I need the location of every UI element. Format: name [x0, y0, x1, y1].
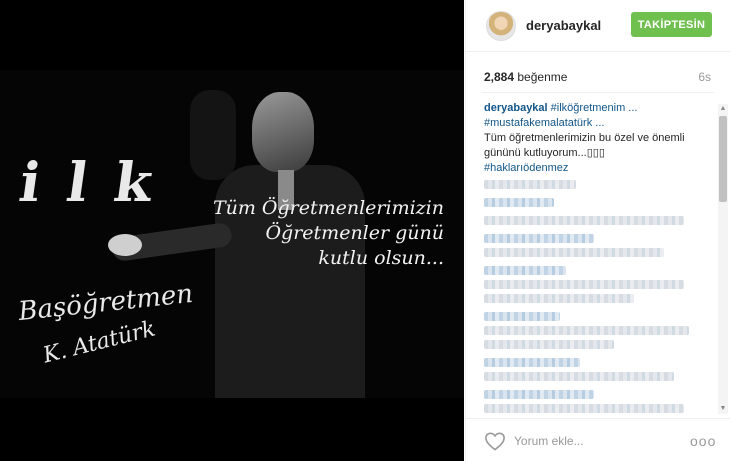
signature-title: Başöğretmen [16, 278, 195, 328]
blurred-comment [484, 234, 594, 243]
post-photo[interactable]: i l k Başöğretmen K. Atatürk Tüm Öğretme… [0, 0, 464, 461]
quote-line: Tüm Öğretmenlerimizin [212, 197, 444, 219]
figure-head [252, 92, 314, 172]
photo-image: i l k Başöğretmen K. Atatürk Tüm Öğretme… [0, 70, 464, 398]
blurred-comment [484, 216, 684, 225]
blurred-comment [484, 372, 674, 381]
blurred-comment [484, 326, 689, 335]
figure-hand [108, 234, 142, 256]
blurred-comment [484, 294, 634, 303]
comment-input[interactable] [514, 431, 674, 451]
more-options-icon[interactable]: ooo [690, 431, 716, 451]
likes-count[interactable]: 2,884 beğenme [484, 70, 567, 84]
caption-username[interactable]: deryabaykal [484, 102, 548, 114]
background-person [190, 90, 236, 180]
scroll-down-icon[interactable]: ▼ [718, 404, 728, 414]
blurred-comment [484, 266, 566, 275]
post-sidebar: deryabaykal TAKİPTESİN 2,884 beğenme 6s … [465, 0, 730, 461]
scroll-up-icon[interactable]: ▲ [718, 104, 728, 114]
hashtag-link[interactable]: #haklarıödenmez [484, 162, 568, 174]
blurred-comment [484, 390, 594, 399]
hashtag-link[interactable]: #mustafakemalatatürk ... [484, 117, 604, 129]
quote-line: Öğretmenler günü [265, 222, 444, 244]
likes-word: beğenme [517, 70, 568, 84]
blurred-comment [484, 280, 684, 289]
blurred-comment [484, 312, 560, 321]
hashtag-link[interactable]: #ilköğretmenim ... [551, 102, 638, 114]
blurred-comment [484, 248, 664, 257]
chalk-letters: i l k [15, 150, 161, 214]
follow-button[interactable]: TAKİPTESİN [631, 12, 712, 37]
blurred-comment [484, 180, 576, 189]
caption: deryabaykal #ilköğretmenim ... #mustafak… [484, 101, 709, 176]
comments-scrollbar[interactable]: ▲ ▼ [718, 104, 728, 414]
blurred-comment [484, 340, 614, 349]
divider [482, 92, 714, 93]
quote-line: kutlu olsun... [318, 247, 444, 269]
likes-number: 2,884 [484, 70, 515, 84]
photo-quote: Tüm Öğretmenlerimizin Öğretmenler günü k… [213, 196, 444, 271]
heart-icon[interactable] [484, 431, 506, 451]
post-header: deryabaykal TAKİPTESİN [466, 0, 730, 52]
avatar[interactable] [486, 11, 516, 41]
post-age[interactable]: 6s [698, 70, 711, 84]
blurred-comment [484, 198, 554, 207]
blurred-comment [484, 358, 580, 367]
username-link[interactable]: deryabaykal [526, 18, 601, 33]
blurred-comment [484, 404, 684, 413]
caption-text: Tüm öğretmenlerimizin bu özel ve önemli … [484, 132, 685, 159]
likes-row: 2,884 beğenme 6s [466, 66, 730, 90]
signature-name: K. Atatürk [40, 316, 159, 369]
scroll-thumb[interactable] [719, 116, 727, 202]
comments-list[interactable]: deryabaykal #ilköğretmenim ... #mustafak… [466, 98, 730, 416]
post-footer: ooo [466, 418, 730, 461]
